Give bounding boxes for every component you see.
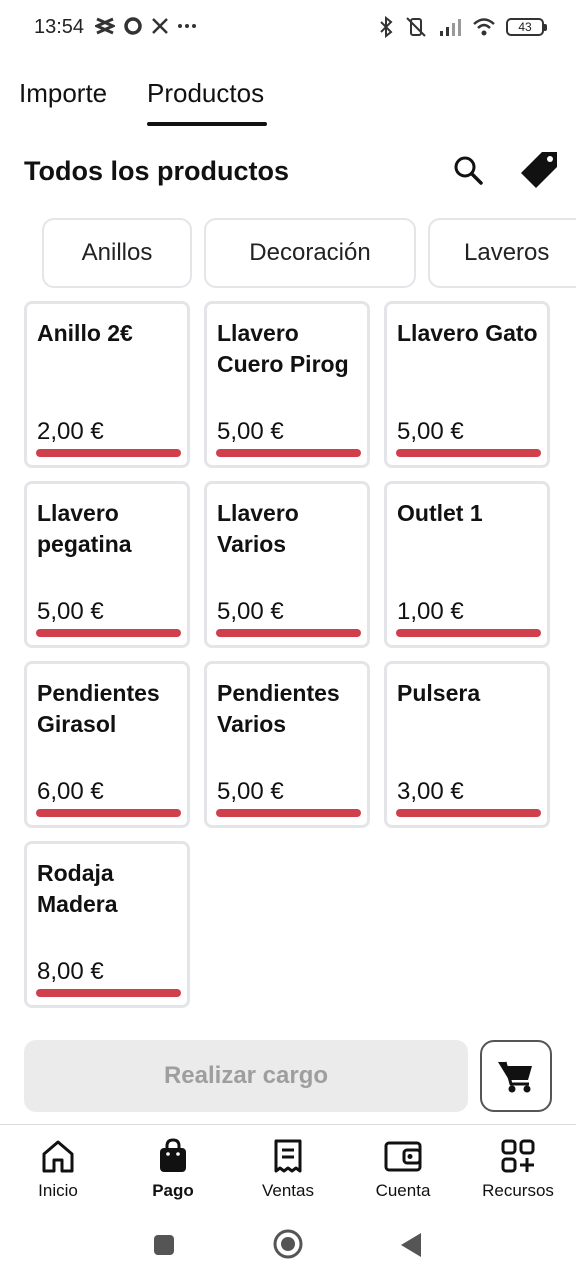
product-price: 1,00 € <box>397 598 464 625</box>
tab-importe[interactable]: Importe <box>19 78 107 109</box>
recents-button[interactable] <box>153 1234 175 1261</box>
nav-item-inicio[interactable]: Inicio <box>3 1137 113 1201</box>
x-logo-icon <box>152 18 168 34</box>
product-price: 5,00 € <box>37 598 104 625</box>
section-header: Todos los productos <box>24 152 557 192</box>
battery-level: 43 <box>518 20 532 34</box>
tag-icon <box>521 152 557 188</box>
search-icon <box>454 156 483 185</box>
product-price: 2,00 € <box>37 418 104 445</box>
product-color-bar <box>36 809 181 817</box>
product-name: Pendientes Varios <box>217 680 340 737</box>
status-left-icons <box>95 16 197 36</box>
category-chips: Anillos Decoración Laveros <box>42 218 576 290</box>
home-icon <box>39 1137 77 1175</box>
battery-icon: 43 <box>506 18 547 36</box>
nav-label-pago: Pago <box>152 1181 194 1200</box>
product-price: 5,00 € <box>397 418 464 445</box>
nav-item-pago[interactable]: Pago <box>118 1137 228 1201</box>
product-price: 6,00 € <box>37 778 104 805</box>
product-color-bar <box>36 989 181 997</box>
vibrate-off-icon <box>406 17 426 37</box>
product-price: 5,00 € <box>217 598 284 625</box>
category-chip-decoracion[interactable]: Decoración <box>204 218 416 288</box>
category-chip-anillos[interactable]: Anillos <box>42 218 192 288</box>
product-card[interactable]: Llavero pegatina 5,00 € <box>24 481 190 648</box>
status-right-icons: 43 <box>378 16 547 38</box>
product-color-bar <box>396 449 541 457</box>
apps-add-icon <box>499 1137 537 1175</box>
product-name: Llavero Gato <box>397 320 538 346</box>
product-name: Pendientes Girasol <box>37 680 160 737</box>
wallet-icon <box>384 1137 422 1175</box>
square-icon <box>154 1235 174 1255</box>
tab-productos[interactable]: Productos <box>147 78 264 109</box>
product-card[interactable]: Pendientes Varios 5,00 € <box>204 661 370 828</box>
status-time: 13:54 <box>34 16 85 38</box>
product-price: 8,00 € <box>37 958 104 985</box>
capcut-icon <box>95 17 115 35</box>
product-name: Anillo 2€ <box>37 320 133 346</box>
product-price: 3,00 € <box>397 778 464 805</box>
product-color-bar <box>396 629 541 637</box>
search-button[interactable] <box>452 154 484 186</box>
back-button[interactable] <box>400 1232 422 1263</box>
product-card[interactable]: Pendientes Girasol 6,00 € <box>24 661 190 828</box>
receipt-icon <box>269 1137 307 1175</box>
product-color-bar <box>216 629 361 637</box>
signal-icon <box>440 19 461 36</box>
nav-label-ventas: Ventas <box>262 1181 314 1200</box>
product-card[interactable]: Pulsera 3,00 € <box>384 661 550 828</box>
circle-home-icon <box>273 1229 303 1259</box>
nav-item-recursos[interactable]: Recursos <box>463 1137 573 1201</box>
nav-label-inicio: Inicio <box>38 1181 78 1200</box>
nav-label-cuenta: Cuenta <box>375 1181 431 1200</box>
product-name: Llavero Varios <box>217 500 299 557</box>
product-color-bar <box>396 809 541 817</box>
product-name: Llavero pegatina <box>37 500 132 557</box>
shopping-bag-icon <box>154 1137 192 1175</box>
home-button[interactable] <box>272 1228 304 1265</box>
category-chip-laveros[interactable]: Laveros <box>428 218 576 288</box>
product-card[interactable]: Outlet 1 1,00 € <box>384 481 550 648</box>
product-card[interactable]: Llavero Cuero Pirog 5,00 € <box>204 301 370 468</box>
product-card[interactable]: Llavero Varios 5,00 € <box>204 481 370 648</box>
circle-app-icon <box>124 17 142 35</box>
page-title: Todos los productos <box>24 156 289 186</box>
product-card[interactable]: Rodaja Madera 8,00 € <box>24 841 190 1008</box>
back-triangle-icon <box>401 1233 421 1257</box>
nav-label-recursos: Recursos <box>482 1181 554 1200</box>
product-color-bar <box>36 449 181 457</box>
product-price: 5,00 € <box>217 418 284 445</box>
cart-button[interactable] <box>480 1040 552 1112</box>
product-price: 5,00 € <box>217 778 284 805</box>
product-name: Pulsera <box>397 680 481 706</box>
more-dots-icon <box>178 24 196 28</box>
product-color-bar <box>216 449 361 457</box>
product-name: Llavero Cuero Pirog <box>217 320 349 377</box>
bottom-nav: Inicio Pago Ventas Cuenta Recursos <box>0 1124 576 1214</box>
cart-icon <box>498 1061 532 1093</box>
nav-item-cuenta[interactable]: Cuenta <box>348 1137 458 1201</box>
nav-item-ventas[interactable]: Ventas <box>233 1137 343 1201</box>
product-card[interactable]: Anillo 2€ 2,00 € <box>24 301 190 468</box>
charge-button[interactable]: Realizar cargo <box>24 1040 468 1112</box>
product-name: Rodaja Madera <box>37 860 118 917</box>
product-color-bar <box>216 809 361 817</box>
system-nav-bar <box>0 1214 576 1280</box>
wifi-icon <box>473 18 495 36</box>
tag-button[interactable] <box>520 150 560 190</box>
product-color-bar <box>36 629 181 637</box>
product-card[interactable]: Llavero Gato 5,00 € <box>384 301 550 468</box>
status-bar: 13:54 43 <box>0 0 576 56</box>
active-tab-indicator <box>147 122 267 126</box>
top-tabs: Importe Productos <box>0 70 576 130</box>
bluetooth-icon <box>380 16 393 38</box>
product-name: Outlet 1 <box>397 500 483 526</box>
